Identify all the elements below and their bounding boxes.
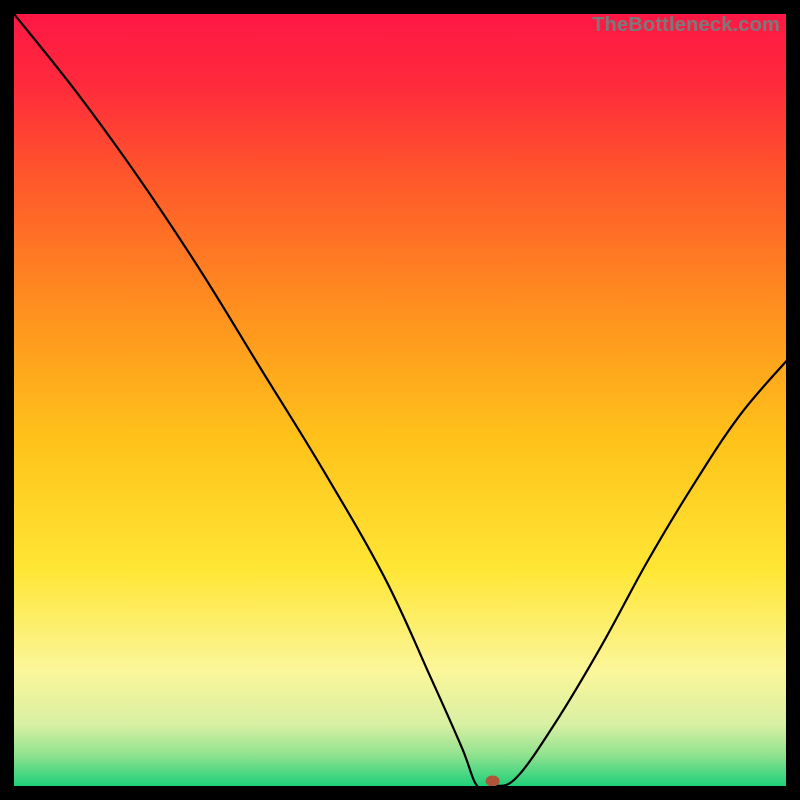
bottleneck-chart — [14, 14, 786, 786]
chart-frame: TheBottleneck.com — [14, 14, 786, 786]
chart-background — [14, 14, 786, 786]
optimal-marker — [486, 776, 500, 787]
watermark-text: TheBottleneck.com — [592, 14, 780, 37]
